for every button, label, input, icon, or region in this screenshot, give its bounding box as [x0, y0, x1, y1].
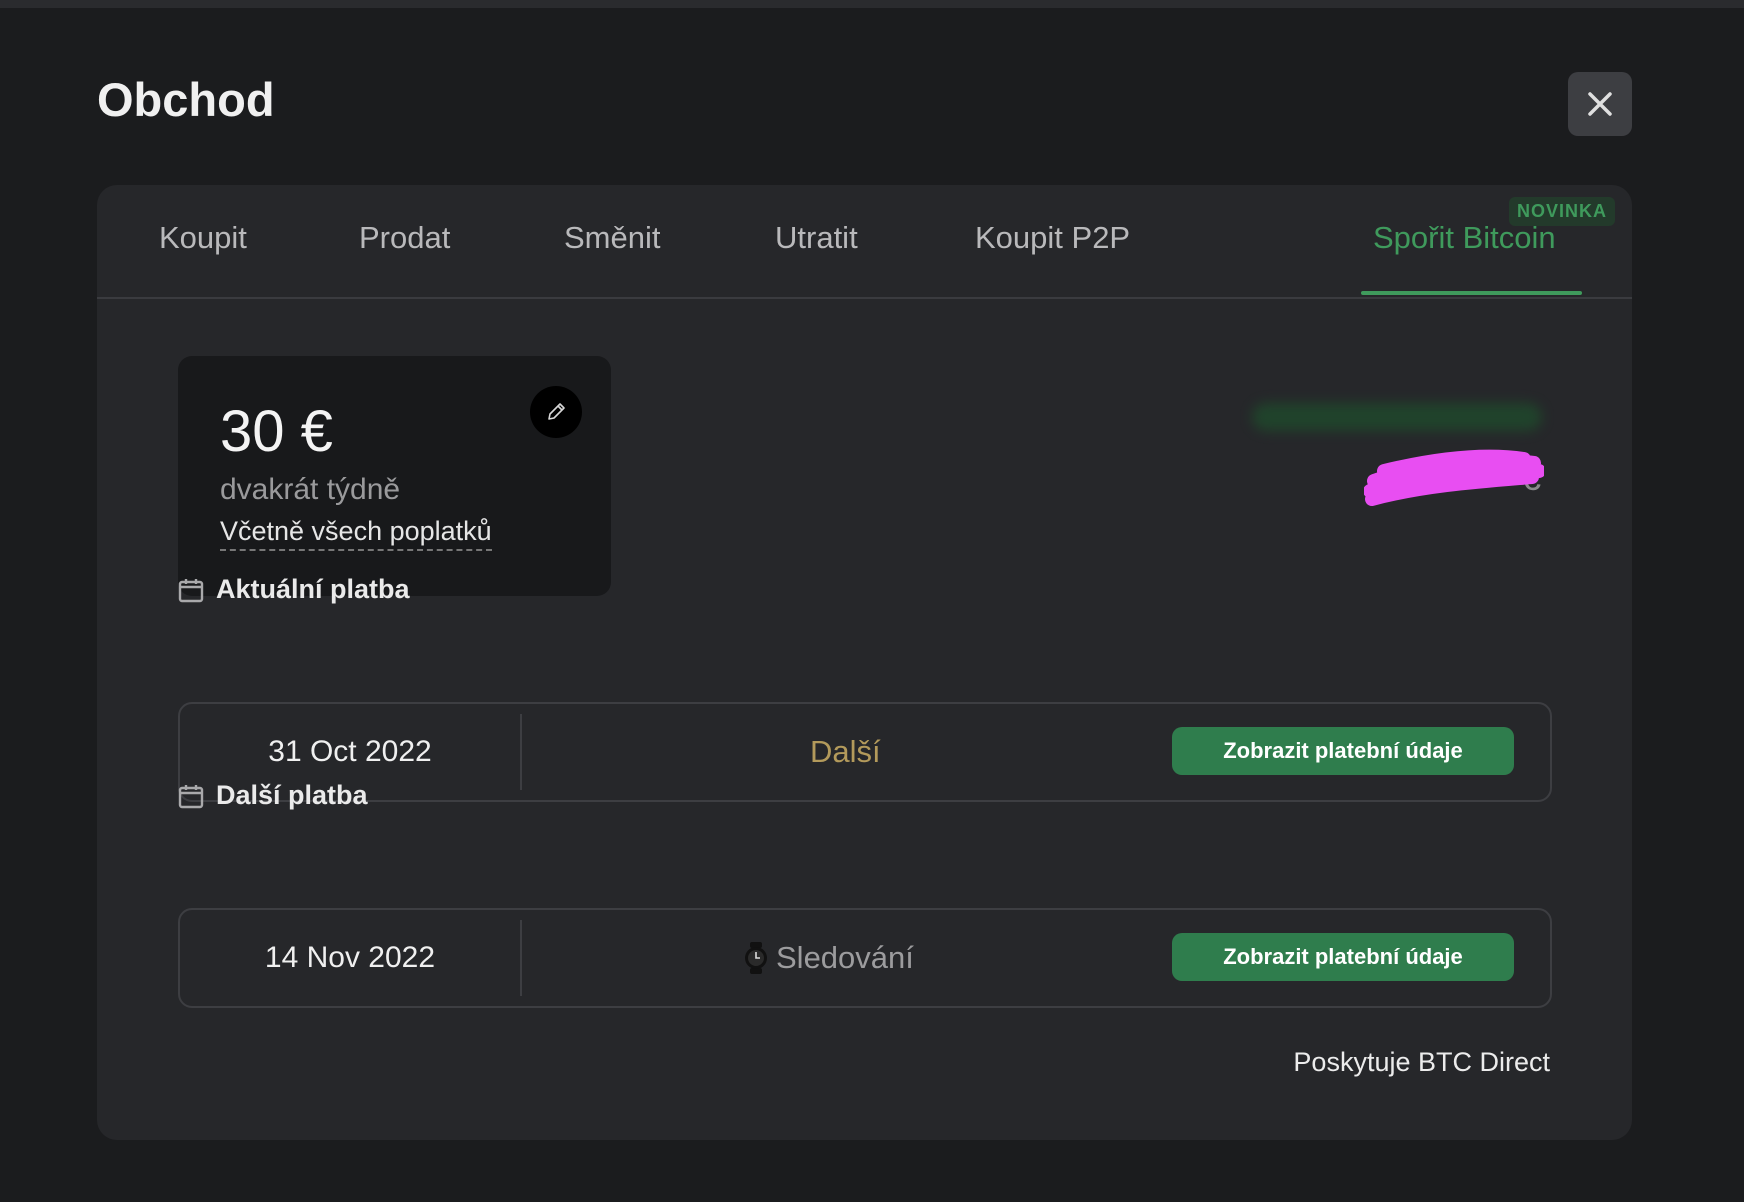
savings-frequency: dvakrát týdně	[220, 473, 401, 506]
savings-amount-card: 30 € dvakrát týdně Včetně všech poplatků	[178, 356, 611, 596]
fees-info-link[interactable]: Včetně všech poplatků	[220, 516, 492, 551]
active-tab-indicator	[1361, 291, 1582, 295]
show-payment-details-button[interactable]: Zobrazit platební údaje	[1172, 933, 1514, 981]
next-payment-date: 14 Nov 2022	[264, 941, 436, 974]
new-badge: NOVINKA	[1509, 197, 1616, 226]
next-payment-status-label: Sledování	[776, 940, 914, 975]
next-payment-status: Sledování	[744, 910, 1244, 1006]
next-payment-heading: Další platba	[178, 780, 368, 811]
tab-koupit-p2p[interactable]: Koupit P2P	[975, 220, 1130, 256]
provider-credit: Poskytuje BTC Direct	[1293, 1047, 1550, 1077]
close-icon	[1588, 92, 1612, 116]
tab-smenit[interactable]: Směnit	[564, 220, 660, 256]
row-divider	[520, 920, 522, 996]
top-bar	[0, 0, 1744, 8]
tab-koupit[interactable]: Koupit	[159, 220, 247, 256]
tab-utratit[interactable]: Utratit	[775, 220, 858, 256]
tab-prodat[interactable]: Prodat	[359, 220, 450, 256]
current-payment-row: 31 Oct 2022 Další Zobrazit platební údaj…	[178, 702, 1552, 802]
current-payment-heading: Aktuální platba	[178, 574, 410, 605]
watch-icon	[745, 942, 767, 974]
redaction-scribble	[1364, 449, 1544, 506]
pencil-icon	[548, 403, 565, 420]
next-payment-row: 14 Nov 2022 Sledování Zobrazit platební …	[178, 908, 1552, 1008]
row-divider	[520, 714, 522, 790]
tab-bar: Koupit Prodat Směnit Utratit Koupit P2P …	[97, 185, 1632, 299]
edit-button[interactable]	[530, 386, 582, 438]
close-button[interactable]	[1568, 72, 1632, 136]
blurred-btc-value	[1252, 403, 1542, 431]
dialog-title: Obchod	[97, 73, 275, 126]
show-payment-details-button[interactable]: Zobrazit platební údaje	[1172, 727, 1514, 775]
calendar-icon	[178, 784, 204, 808]
savings-amount: 30 €	[220, 399, 333, 464]
trade-panel: Koupit Prodat Směnit Utratit Koupit P2P …	[97, 185, 1632, 1140]
next-payment-title: Další platba	[216, 780, 368, 810]
calendar-icon	[178, 578, 204, 602]
current-payment-title: Aktuální platba	[216, 574, 410, 604]
